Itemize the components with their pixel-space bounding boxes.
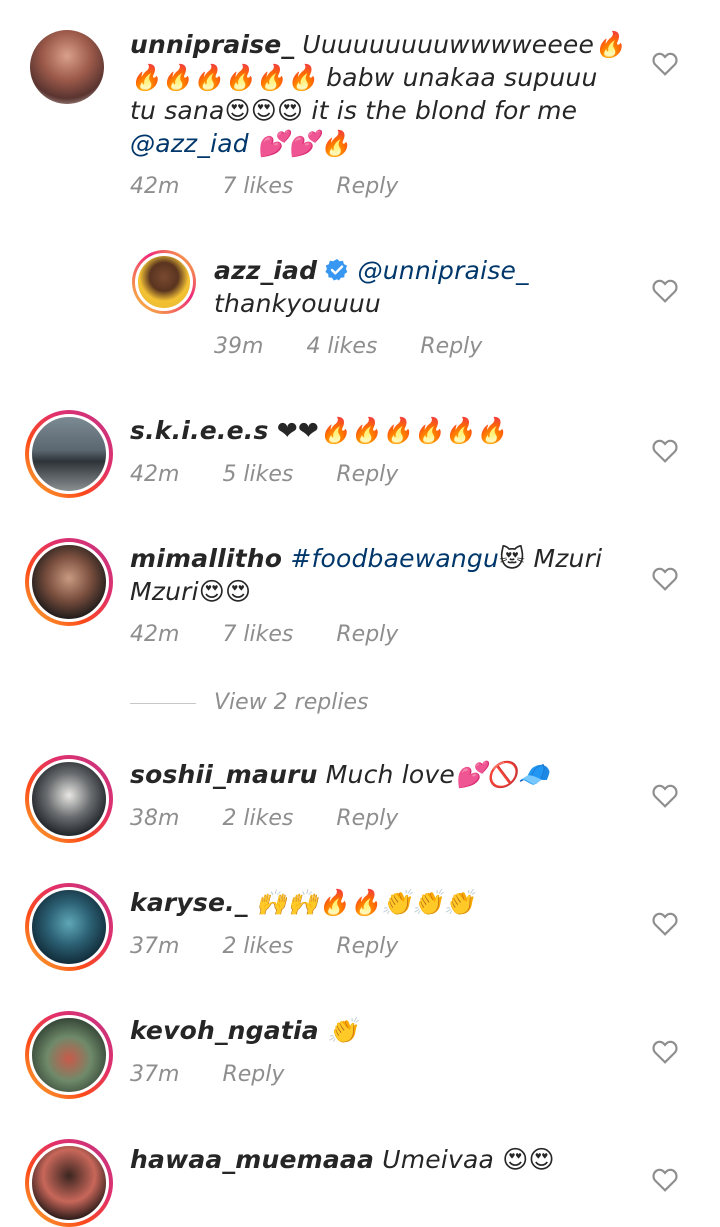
comment-text: s.k.i.e.e.s ❤❤🔥🔥🔥🔥🔥🔥: [130, 416, 507, 445]
hashtag-link[interactable]: #foodbaewangu: [290, 544, 499, 573]
username[interactable]: azz_iad: [214, 256, 317, 285]
heart-outline-icon[interactable]: [652, 912, 678, 936]
comment-text: unnipraise_ Uuuuuuuuuwwwweeee🔥 🔥🔥🔥🔥🔥🔥 ba…: [130, 30, 626, 158]
avatar[interactable]: [25, 1139, 113, 1227]
heart-outline-icon[interactable]: [652, 567, 678, 591]
comment-meta: 37m Reply: [130, 1062, 320, 1087]
timestamp: 37m: [130, 934, 180, 959]
avatar[interactable]: [30, 30, 104, 104]
reply-button[interactable]: Reply: [336, 622, 398, 647]
username[interactable]: soshii_mauru: [130, 760, 318, 789]
timestamp: 37m: [130, 1062, 180, 1087]
timestamp: 38m: [130, 806, 180, 831]
heart-outline-icon[interactable]: [652, 52, 678, 76]
comment-meta: 39m 4 likes Reply: [214, 334, 518, 359]
comment-meta: 42m 5 likes Reply: [130, 462, 434, 487]
reply-button[interactable]: Reply: [336, 174, 398, 199]
timestamp: 42m: [130, 462, 180, 487]
comment-text: azz_iad @unnipraise_ thankyouuuu: [214, 256, 529, 318]
avatar[interactable]: [25, 538, 113, 626]
reply-button[interactable]: Reply: [336, 806, 398, 831]
avatar[interactable]: [25, 1011, 113, 1099]
comment-meta: 37m 2 likes Reply: [130, 934, 434, 959]
comment-text: kevoh_ngatia 👏: [130, 1016, 359, 1045]
comment-text: mimallitho #foodbaewangu😻 Mzuri Mzuri😍😍: [130, 544, 603, 606]
username[interactable]: mimallitho: [130, 544, 282, 573]
reply-button[interactable]: Reply: [420, 334, 482, 359]
avatar[interactable]: [25, 883, 113, 971]
avatar[interactable]: [25, 410, 113, 498]
mention-link[interactable]: @azz_iad: [130, 129, 249, 158]
replies-divider: [130, 703, 196, 704]
reply-button[interactable]: Reply: [222, 1062, 284, 1087]
likes-count[interactable]: 7 likes: [222, 622, 293, 647]
timestamp: 42m: [130, 622, 180, 647]
username[interactable]: s.k.i.e.e.s: [130, 416, 269, 445]
likes-count[interactable]: 7 likes: [222, 174, 293, 199]
likes-count[interactable]: 2 likes: [222, 806, 293, 831]
heart-outline-icon[interactable]: [652, 1040, 678, 1064]
reply-button[interactable]: Reply: [336, 462, 398, 487]
likes-count[interactable]: 2 likes: [222, 934, 293, 959]
comment-text: karyse._ 🙌🙌🔥🔥👏👏👏: [130, 888, 476, 917]
comment-meta: 42m 7 likes Reply: [130, 174, 434, 199]
timestamp: 39m: [214, 334, 264, 359]
likes-count[interactable]: 4 likes: [306, 334, 377, 359]
timestamp: 42m: [130, 174, 180, 199]
comment-meta: 42m 7 likes Reply: [130, 622, 434, 647]
comment-text: hawaa_muemaaa Umeivaa 😍😍: [130, 1145, 555, 1174]
reply-button[interactable]: Reply: [336, 934, 398, 959]
username[interactable]: unnipraise_: [130, 30, 294, 59]
username[interactable]: hawaa_muemaaa: [130, 1145, 374, 1174]
comment-meta: 38m 2 likes Reply: [130, 806, 434, 831]
heart-outline-icon[interactable]: [652, 279, 678, 303]
likes-count[interactable]: 5 likes: [222, 462, 293, 487]
heart-outline-icon[interactable]: [652, 439, 678, 463]
username[interactable]: kevoh_ngatia: [130, 1016, 319, 1045]
heart-outline-icon[interactable]: [652, 1168, 678, 1192]
verified-badge-icon: [325, 259, 348, 281]
avatar[interactable]: [25, 755, 113, 843]
mention-link[interactable]: @unnipraise_: [358, 256, 529, 285]
avatar[interactable]: [132, 250, 196, 314]
heart-outline-icon[interactable]: [652, 784, 678, 808]
view-replies-label: View 2 replies: [214, 690, 369, 715]
username[interactable]: karyse._: [130, 888, 248, 917]
comment-text: soshii_mauru Much love💕🚫🧢: [130, 760, 549, 789]
